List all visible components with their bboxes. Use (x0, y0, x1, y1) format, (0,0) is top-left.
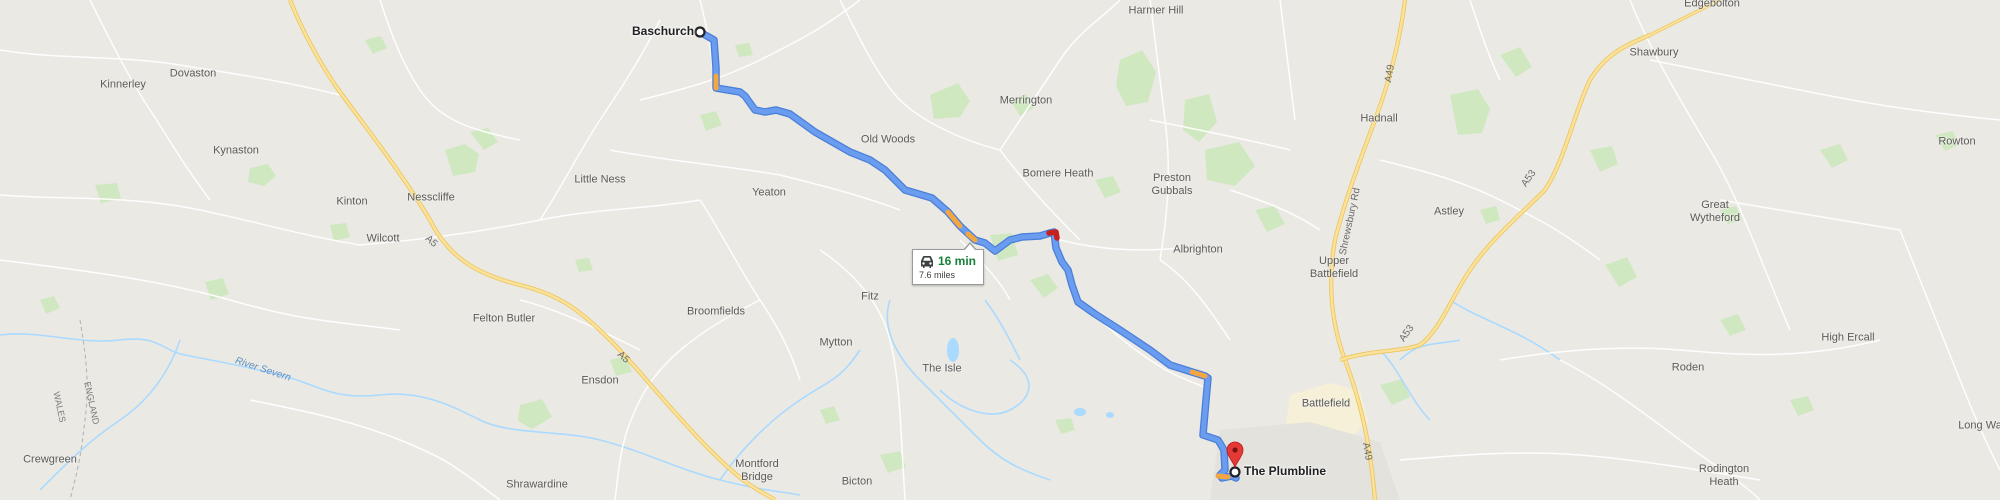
place-label: Dovaston (169, 67, 217, 80)
place-label: Kinnerley (100, 78, 146, 91)
place-label: Edgebolton (1684, 0, 1740, 10)
lake (1106, 412, 1114, 418)
origin-marker[interactable] (694, 26, 706, 38)
place-label: The Isle (922, 362, 962, 375)
place-label: Bicton (841, 475, 873, 488)
place-label: Old Woods (860, 133, 916, 146)
place-label: Harmer Hill (1128, 4, 1184, 17)
destination-marker[interactable] (1229, 466, 1241, 478)
place-label: Long Wa (1958, 419, 2000, 432)
place-label: Crewgreen (23, 453, 77, 466)
place-label: Great Wytheford (1689, 199, 1741, 224)
place-label: Kynaston (213, 144, 259, 157)
place-label: Bomere Heath (1022, 167, 1094, 180)
place-label: Albrighton (1173, 243, 1223, 256)
place-label: Hadnall (1360, 112, 1398, 125)
map-canvas[interactable]: Kinnerley Dovaston Kynaston Kinton Nessc… (0, 0, 2000, 500)
place-label: Wilcott (366, 232, 400, 245)
place-label: Roden (1671, 361, 1705, 374)
route-slow-segment (1215, 473, 1231, 480)
place-label: Rodington Heath (1698, 463, 1750, 488)
place-label: Ensdon (581, 374, 619, 387)
callout-pointer-fill (964, 244, 976, 251)
place-label: Upper Battlefield (1309, 255, 1359, 280)
car-icon (921, 256, 933, 268)
place-label: Fitz (861, 290, 879, 303)
place-label: Little Ness (574, 173, 626, 186)
place-label: Mytton (819, 336, 853, 349)
place-label: Rowton (1938, 135, 1976, 148)
place-label: Nesscliffe (407, 191, 455, 204)
country-border (69, 319, 88, 500)
place-label: Astley (1434, 205, 1464, 218)
lake (1074, 408, 1086, 416)
place-label: Shawbury (1629, 46, 1679, 59)
place-label: Battlefield (1301, 397, 1351, 410)
place-label: High Ercall (1821, 331, 1875, 344)
place-label: Montford Bridge (735, 458, 779, 483)
place-label: Preston Gubbals (1151, 172, 1193, 197)
route-distance: 7.6 miles (919, 270, 956, 280)
place-label: Felton Butler (472, 312, 536, 325)
destination-label[interactable]: The Plumbline (1244, 464, 1326, 478)
lake (947, 338, 959, 362)
place-label: Shrawardine (506, 478, 568, 491)
place-label: Yeaton (752, 186, 786, 199)
place-label: Kinton (336, 195, 368, 208)
place-label: Merrington (999, 94, 1053, 107)
route-duration: 16 min (938, 254, 977, 268)
map-base-layer (0, 0, 2000, 500)
route-info-callout[interactable]: 16 min 7.6 miles (912, 242, 984, 285)
place-label: Broomfields (686, 305, 746, 318)
origin-label[interactable]: Baschurch (632, 24, 694, 38)
